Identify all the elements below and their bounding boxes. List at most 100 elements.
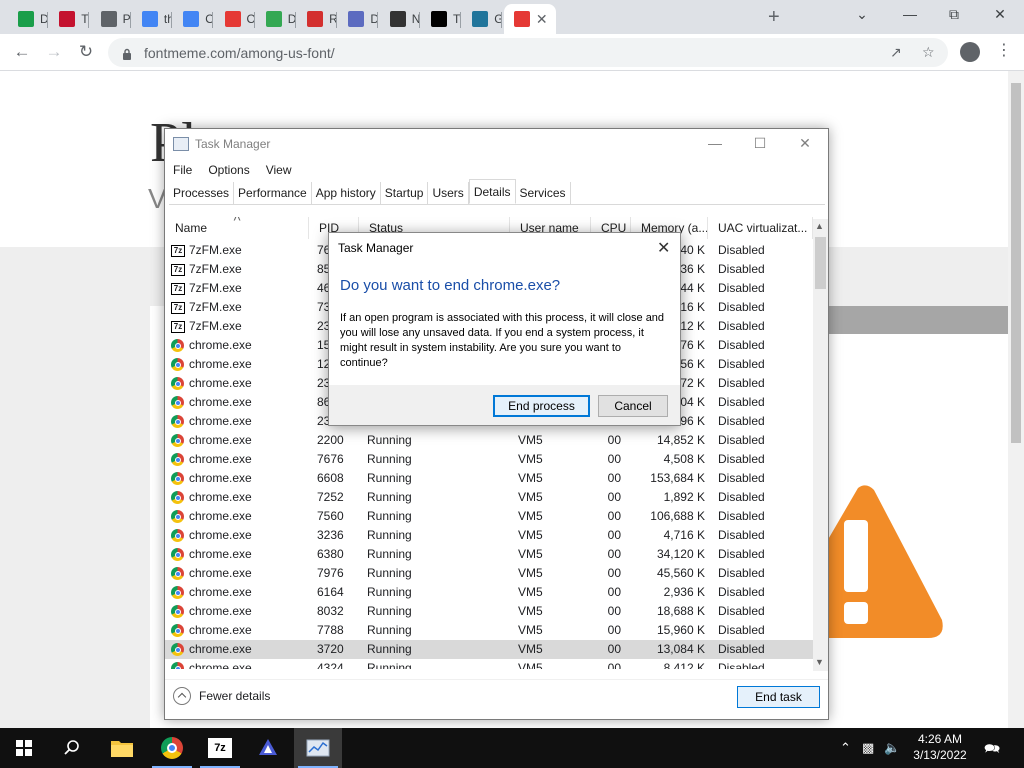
minimize-button[interactable]: —: [900, 6, 920, 22]
new-tab-button[interactable]: +: [768, 6, 780, 29]
tab-separator: [170, 12, 172, 28]
url-text: fontmeme.com/among-us-font/: [144, 44, 335, 61]
menu-options[interactable]: Options: [208, 159, 249, 181]
browser-tab[interactable]: the: [132, 4, 172, 34]
page-scrollbar[interactable]: [1008, 71, 1024, 728]
tm-close-button[interactable]: ✕: [795, 135, 815, 152]
browser-tab[interactable]: Ne: [380, 4, 420, 34]
details-scrollbar[interactable]: ▲ ▼: [813, 219, 828, 671]
scroll-down-icon[interactable]: ▼: [815, 657, 824, 667]
cell-pid: 2200: [317, 433, 344, 447]
chrome-menu-icon[interactable]: ⋮: [996, 40, 1012, 60]
profile-avatar[interactable]: [960, 42, 980, 62]
table-row[interactable]: chrome.exe 8032 Running VM5 00 18,688 K Disabl…: [165, 602, 813, 621]
github-icon: [389, 11, 406, 27]
browser-tab[interactable]: Tyr: [421, 4, 461, 34]
tab-details[interactable]: Details: [468, 179, 516, 204]
cell-user: VM5: [518, 642, 543, 656]
dialog-close-icon[interactable]: ✕: [657, 238, 670, 258]
column-header-uac-virtualization[interactable]: UAC virtualizat...: [708, 217, 813, 239]
browser-tab[interactable]: Do: [256, 4, 296, 34]
tab-separator: [129, 12, 131, 28]
start-button[interactable]: [0, 728, 48, 768]
table-row[interactable]: chrome.exe 7676 Running VM5 00 4,508 K Disable…: [165, 450, 813, 469]
table-row[interactable]: chrome.exe 7788 Running VM5 00 15,960 K Disabl…: [165, 621, 813, 640]
cell-status: Running: [367, 509, 412, 523]
cell-uac: Disabled: [718, 528, 765, 542]
tm-maximize-button[interactable]: ☐: [750, 135, 770, 152]
show-hidden-icons-chevron-icon[interactable]: ⌃: [840, 740, 851, 756]
table-row[interactable]: chrome.exe 4324 Running VM5 00 8,412 K Disable…: [165, 659, 813, 669]
end-process-button[interactable]: End process: [493, 395, 590, 417]
browser-tab[interactable]: Rol: [297, 4, 338, 34]
cell-cpu: 00: [607, 623, 621, 637]
notification-center-icon[interactable]: 🗪: [984, 740, 1000, 762]
page-scrollbar-thumb[interactable]: [1011, 83, 1021, 443]
cell-pid: 7560: [317, 509, 344, 523]
tab-startup[interactable]: Startup: [381, 182, 429, 204]
tab-performance[interactable]: Performance: [234, 182, 312, 204]
cell-uac: Disabled: [718, 262, 765, 276]
table-row[interactable]: chrome.exe 6608 Running VM5 00 153,684 K Disab…: [165, 469, 813, 488]
table-row[interactable]: chrome.exe 3720 Running VM5 00 13,084 K Disabl…: [165, 640, 813, 659]
end-task-button[interactable]: End task: [737, 686, 820, 708]
tab-separator: [460, 12, 461, 28]
restore-button[interactable]: ⧉: [944, 6, 964, 23]
table-row[interactable]: chrome.exe 7976 Running VM5 00 45,560 K Disabl…: [165, 564, 813, 583]
7zip-taskbar-button[interactable]: 7z: [196, 728, 244, 768]
tab-search-icon[interactable]: ⌄: [852, 6, 872, 23]
table-row[interactable]: chrome.exe 2200 Running VM5 00 14,852 K Disabl…: [165, 431, 813, 450]
address-bar[interactable]: fontmeme.com/among-us-font/ ↗ ☆: [108, 38, 948, 67]
browser-tab[interactable]: ✕: [503, 4, 556, 34]
network-icon[interactable]: ▩: [862, 740, 874, 756]
system-clock[interactable]: 4:26 AM 3/13/2022: [904, 731, 976, 763]
close-tab-icon[interactable]: ✕: [536, 11, 548, 28]
cancel-button[interactable]: Cancel: [598, 395, 668, 417]
table-row[interactable]: chrome.exe 7252 Running VM5 00 1,892 K Disable…: [165, 488, 813, 507]
scroll-up-icon[interactable]: ▲: [815, 221, 824, 231]
table-row[interactable]: chrome.exe 3236 Running VM5 00 4,716 K Disable…: [165, 526, 813, 545]
cell-pid: 7976: [317, 566, 344, 580]
fewer-details-button[interactable]: Fewer details: [173, 687, 270, 705]
browser-tab[interactable]: GC: [462, 4, 503, 34]
reload-button[interactable]: ↻: [74, 40, 98, 64]
tab-app-history[interactable]: App history: [312, 182, 381, 204]
wordpress-icon: [472, 11, 489, 27]
close-window-button[interactable]: ✕: [990, 6, 1010, 23]
details-scrollbar-thumb[interactable]: [815, 237, 826, 289]
cell-uac: Disabled: [718, 490, 765, 504]
table-row[interactable]: chrome.exe 7560 Running VM5 00 106,688 K Disab…: [165, 507, 813, 526]
tab-processes[interactable]: Processes: [169, 182, 235, 204]
tab-services[interactable]: Services: [516, 182, 571, 204]
menu-view[interactable]: View: [266, 159, 292, 181]
forward-button[interactable]: →: [42, 40, 66, 64]
tab-users[interactable]: Users: [428, 182, 469, 204]
menu-file[interactable]: File: [173, 159, 192, 181]
task-manager-titlebar[interactable]: Task Manager: [165, 129, 828, 159]
browser-tab[interactable]: The: [49, 4, 90, 34]
back-button[interactable]: ←: [10, 40, 34, 64]
dialog-heading: Do you want to end chrome.exe?: [340, 277, 561, 294]
volume-icon[interactable]: 🔈: [884, 740, 900, 756]
inkscape-taskbar-button[interactable]: [244, 728, 292, 768]
cell-user: VM5: [518, 623, 543, 637]
browser-tab[interactable]: Orl: [173, 4, 214, 34]
browser-tab[interactable]: DF: [8, 4, 48, 34]
search-button[interactable]: [48, 728, 96, 768]
cell-user: VM5: [518, 585, 543, 599]
cell-name: chrome.exe: [171, 526, 252, 545]
table-row[interactable]: chrome.exe 6164 Running VM5 00 2,936 K Disable…: [165, 583, 813, 602]
share-icon[interactable]: ↗: [890, 38, 902, 67]
file-explorer-button[interactable]: [98, 728, 146, 768]
bookmark-star-icon[interactable]: ☆: [922, 38, 935, 67]
chrome-taskbar-button[interactable]: [148, 728, 196, 768]
browser-tab[interactable]: De: [338, 4, 379, 34]
cell-status: Running: [367, 566, 412, 580]
globe-icon: [100, 11, 117, 27]
browser-tab[interactable]: Piy: [91, 4, 131, 34]
tm-minimize-button[interactable]: —: [705, 135, 725, 151]
browser-tab[interactable]: Orl: [215, 4, 255, 34]
task-manager-taskbar-button[interactable]: [294, 728, 342, 768]
chrome-icon: [171, 548, 184, 561]
table-row[interactable]: chrome.exe 6380 Running VM5 00 34,120 K Disabl…: [165, 545, 813, 564]
